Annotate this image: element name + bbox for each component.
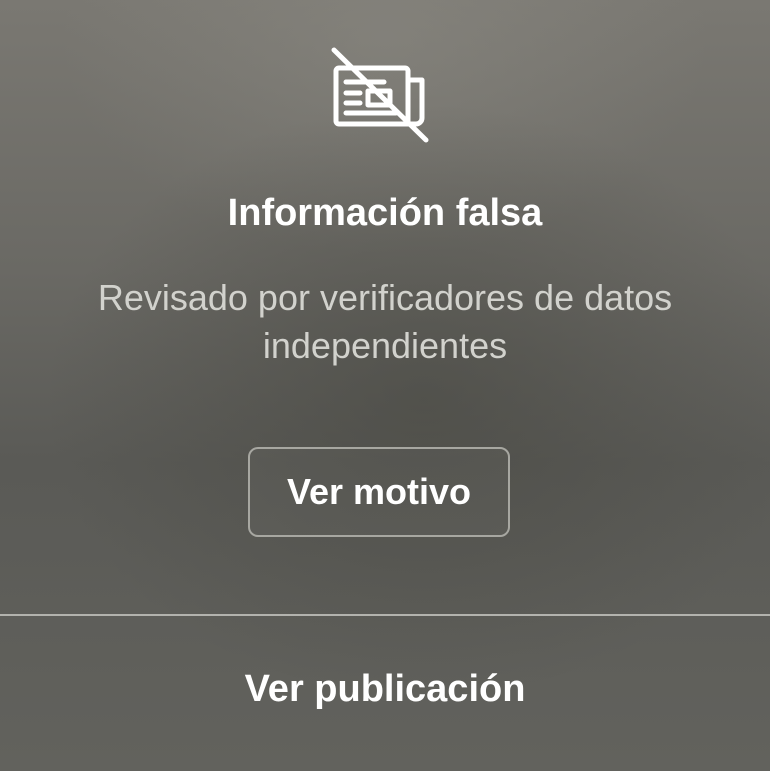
view-post-button[interactable]: Ver publicación: [0, 616, 770, 771]
warning-title: Información falsa: [227, 192, 543, 234]
crossed-out-newspaper-icon: [331, 47, 429, 143]
view-post-label: Ver publicación: [244, 668, 526, 710]
warning-subtitle: Revisado por verificadores de datos inde…: [97, 277, 673, 366]
false-info-overlay: Información falsa Revisado por verificad…: [0, 0, 770, 614]
see-reason-button[interactable]: Ver motivo: [248, 447, 510, 537]
